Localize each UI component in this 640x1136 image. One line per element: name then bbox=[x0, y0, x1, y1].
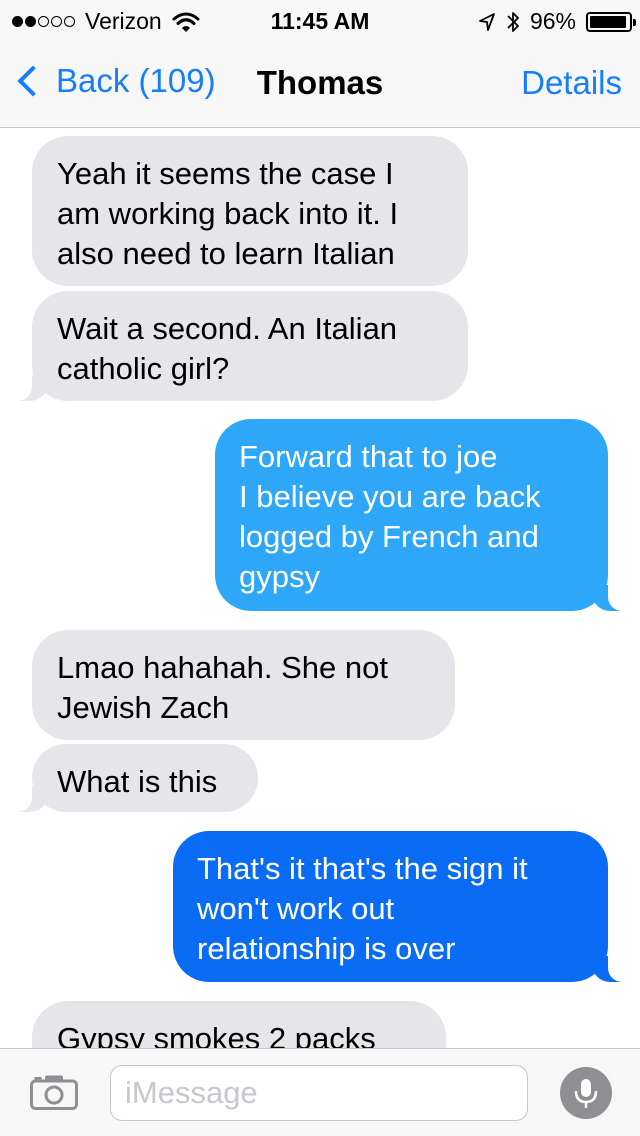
message-text: That's it that's the sign it won't work … bbox=[197, 851, 528, 966]
back-button-label: Back (109) bbox=[56, 62, 216, 99]
message-text: Yeah it seems the case I am working back… bbox=[57, 156, 399, 271]
outgoing-message-bubble[interactable]: Forward that to joe I believe you are ba… bbox=[215, 419, 634, 611]
camera-icon[interactable] bbox=[30, 1074, 78, 1110]
message-text: Gypsy smokes 2 packs bbox=[57, 1021, 376, 1048]
location-arrow-icon bbox=[479, 12, 495, 31]
message-input-bar bbox=[0, 1048, 640, 1136]
microphone-button[interactable] bbox=[560, 1067, 612, 1119]
incoming-message-bubble[interactable]: What is this bbox=[6, 744, 258, 812]
outgoing-message-bubble[interactable]: That's it that's the sign it won't work … bbox=[173, 831, 634, 982]
incoming-message-bubble[interactable]: Gypsy smokes 2 packs bbox=[32, 1001, 446, 1048]
incoming-message-bubble[interactable]: Lmao hahahah. She not Jewish Zach bbox=[32, 630, 455, 740]
message-input[interactable] bbox=[110, 1065, 528, 1121]
status-right: 96% bbox=[478, 8, 636, 35]
incoming-message-bubble[interactable]: Wait a second. An Italian catholic girl? bbox=[6, 291, 468, 401]
navigation-bar: Back (109) Thomas Details bbox=[0, 40, 640, 128]
incoming-message-bubble[interactable]: Yeah it seems the case I am working back… bbox=[32, 136, 468, 286]
battery-icon bbox=[586, 11, 636, 32]
message-text: Wait a second. An Italian catholic girl? bbox=[57, 311, 398, 386]
chevron-left-icon bbox=[17, 65, 49, 97]
microphone-icon bbox=[574, 1079, 598, 1108]
message-text: Forward that to joe I believe you are ba… bbox=[239, 439, 541, 594]
message-text: Lmao hahahah. She not Jewish Zach bbox=[57, 650, 388, 725]
message-thread[interactable]: Yeah it seems the case I am working back… bbox=[0, 128, 640, 1048]
message-text: What is this bbox=[57, 764, 218, 799]
battery-percentage: 96% bbox=[529, 8, 576, 34]
contact-name: Thomas bbox=[256, 64, 384, 101]
battery-fill bbox=[590, 15, 627, 28]
bluetooth-icon bbox=[507, 11, 519, 32]
details-button[interactable]: Details bbox=[521, 64, 622, 102]
back-button[interactable]: Back (109) bbox=[14, 62, 216, 100]
status-bar: Verizon 11:45 AM 96% bbox=[0, 0, 640, 40]
